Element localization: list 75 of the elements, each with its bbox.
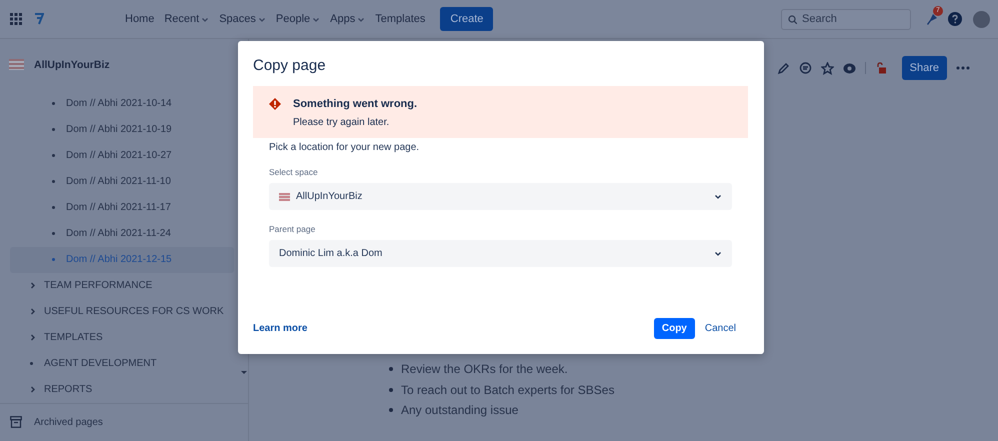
bullet-text: To reach out to Batch experts for SBSes	[401, 382, 614, 397]
field-label: Parent page	[269, 224, 316, 234]
eye-icon[interactable]	[842, 62, 856, 74]
page-tree-item[interactable]: Dom // Abhi 2021-10-19	[10, 116, 234, 143]
chevron-right-icon	[30, 282, 36, 290]
scroll-down-arrow-icon[interactable]	[241, 371, 247, 374]
nav-link[interactable]: Spaces	[214, 9, 271, 29]
search-field[interactable]: Search	[781, 8, 911, 30]
help-icon[interactable]	[948, 12, 962, 26]
cancel-button[interactable]: Cancel	[700, 319, 740, 338]
error-message: Please try again later.	[293, 117, 390, 128]
dialog-title: Copy page	[252, 56, 327, 76]
pencil-icon[interactable]	[776, 62, 790, 74]
page-tree-item[interactable]: Dom // Abhi 2021-10-14	[10, 90, 234, 117]
page-tree-item[interactable]: USEFUL RESOURCES FOR CS WORK	[10, 298, 234, 325]
select-field[interactable]: AllUpInYourBiz	[269, 183, 732, 210]
error-title: Something went wrong.	[293, 98, 418, 110]
bullet-text: Any outstanding issue	[401, 403, 518, 418]
bullet-icon	[389, 367, 393, 372]
comment-icon[interactable]	[798, 62, 812, 74]
bullet-icon	[52, 258, 55, 262]
chevron-down-icon	[201, 16, 210, 22]
star-icon[interactable]	[820, 62, 834, 74]
nav-link[interactable]: Recent	[159, 9, 214, 29]
page-tree-item[interactable]: Dom // Abhi 2021-12-15	[10, 246, 234, 273]
chevron-right-icon	[30, 386, 36, 394]
field-label: Select space	[269, 167, 319, 177]
select-field[interactable]: Dominic Lim a.k.a Dom	[269, 240, 732, 267]
megaphone-icon[interactable]	[925, 12, 939, 26]
page-tree-item[interactable]: TEAM PERFORMANCE	[10, 272, 234, 299]
bullet-icon	[389, 408, 393, 412]
nav-link[interactable]: People	[270, 9, 326, 29]
page-tree-item[interactable]: Dom // Abhi 2021-11-24	[10, 220, 234, 247]
page-tree-item[interactable]: Dom // Abhi 2021-10-27	[10, 142, 234, 169]
logo-icon[interactable]	[34, 13, 44, 25]
chevron-down-icon	[258, 16, 266, 22]
share-button[interactable]: Share	[902, 56, 947, 80]
nav-link[interactable]: Templates	[370, 9, 430, 29]
space-name[interactable]: AllUpInYourBiz	[34, 58, 110, 71]
chevron-right-icon	[30, 308, 36, 316]
more-icon[interactable]	[956, 66, 970, 70]
learn-more-link[interactable]: Learn more	[253, 323, 308, 334]
bullet-text: Review the OKRs for the week.	[401, 362, 568, 376]
nav-link[interactable]: Apps	[325, 9, 370, 29]
bullet-icon	[30, 362, 33, 366]
unlocked-padlock-icon[interactable]	[874, 62, 887, 74]
bullet-icon	[52, 154, 55, 158]
page-tree-item[interactable]: TEMPLATES	[10, 324, 234, 351]
bullet-icon	[389, 388, 393, 392]
chevron-down-icon	[357, 16, 366, 22]
avatar[interactable]	[973, 10, 990, 28]
bullet-icon	[52, 206, 55, 210]
app-grid-icon[interactable]	[10, 13, 22, 25]
chevron-down-icon	[714, 250, 722, 257]
copy-button[interactable]: Copy	[654, 318, 695, 339]
nav-link[interactable]: Home	[120, 9, 160, 29]
space-logo-icon	[9, 59, 24, 70]
chevron-down-icon	[312, 16, 320, 22]
bullet-icon	[52, 180, 55, 184]
page-tree-item[interactable]: AGENT DEVELOPMENT	[10, 350, 234, 377]
create-button[interactable]: Create	[440, 7, 494, 31]
chevron-right-icon	[30, 334, 36, 342]
archived-pages-link[interactable]: Archived pages	[0, 402, 248, 441]
archive-icon	[10, 416, 22, 428]
bullet-icon	[52, 102, 55, 106]
bullet-icon	[52, 232, 55, 236]
chevron-down-icon	[714, 193, 722, 200]
space-logo-icon	[279, 192, 290, 200]
search-icon	[788, 14, 797, 24]
page-tree-item[interactable]: REPORTS	[10, 376, 234, 403]
page-tree-item[interactable]: Dom // Abhi 2021-11-17	[10, 194, 234, 221]
bullet-icon	[52, 128, 55, 132]
error-icon	[269, 98, 281, 110]
page-tree-item[interactable]: Dom // Abhi 2021-11-10	[10, 168, 234, 195]
instruction-text: Pick a location for your new page.	[269, 142, 420, 153]
